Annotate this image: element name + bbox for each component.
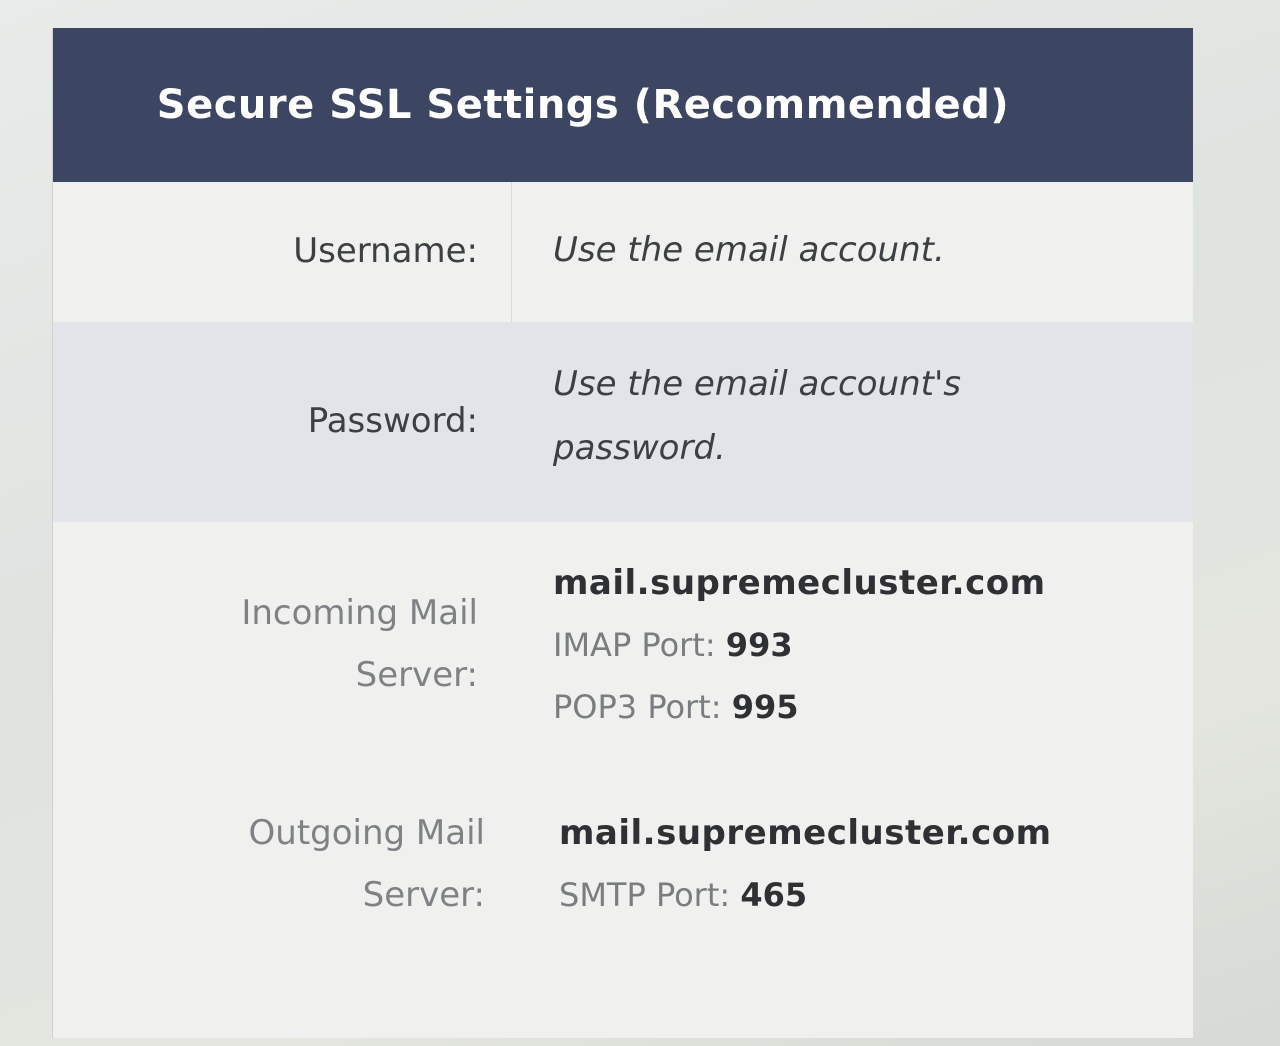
incoming-server-value: mail.supremecluster.com IMAP Port: 993 P… (553, 552, 1046, 738)
pop3-port-line: POP3 Port: 995 (553, 676, 1046, 738)
imap-port-value: 993 (725, 626, 793, 664)
imap-port-line: IMAP Port: 993 (553, 614, 1046, 676)
incoming-label-line2: Server: (355, 655, 478, 695)
username-label: Username: (293, 231, 478, 271)
incoming-server-row: Incoming Mail Server: mail.supremecluste… (53, 522, 1193, 762)
smtp-port-line: SMTP Port: 465 (559, 864, 1052, 926)
pop3-port-label: POP3 Port: (553, 688, 722, 726)
smtp-port-value: 465 (740, 876, 808, 914)
password-value: Use the email account's password. (553, 352, 961, 480)
pop3-port-value: 995 (731, 688, 799, 726)
outgoing-server-value: mail.supremecluster.com SMTP Port: 465 (559, 802, 1052, 926)
table-title: Secure SSL Settings (Recommended) (156, 82, 1010, 128)
incoming-host: mail.supremecluster.com (553, 563, 1046, 603)
table-header: Secure SSL Settings (Recommended) (53, 28, 1193, 182)
outgoing-server-row: Outgoing Mail Server: mail.supremecluste… (53, 762, 1193, 982)
imap-port-label: IMAP Port: (553, 626, 716, 664)
password-label: Password: (307, 401, 478, 441)
password-value-line2: password. (553, 428, 726, 468)
incoming-label-line1: Incoming Mail (241, 593, 478, 633)
outgoing-host: mail.supremecluster.com (559, 813, 1052, 853)
outgoing-label-line1: Outgoing Mail (248, 813, 485, 853)
screen: Secure SSL Settings (Recommended) Userna… (0, 0, 1280, 1046)
outgoing-label-line2: Server: (362, 875, 485, 915)
ssl-settings-table: Secure SSL Settings (Recommended) Userna… (52, 28, 1193, 1038)
username-row: Username: Use the email account. (53, 182, 1193, 322)
password-value-line1: Use the email account's (553, 364, 962, 404)
column-divider (511, 182, 512, 322)
incoming-server-label: Incoming Mail Server: (53, 582, 478, 706)
password-row: Password: Use the email account's passwo… (53, 322, 1193, 522)
outgoing-server-label: Outgoing Mail Server: (53, 802, 485, 926)
username-value: Use the email account. (553, 230, 945, 270)
smtp-port-label: SMTP Port: (559, 876, 731, 914)
